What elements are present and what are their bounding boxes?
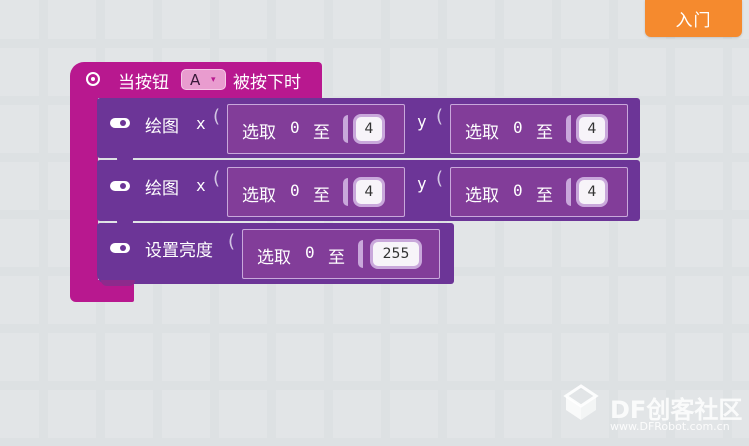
arg-socket: ( xyxy=(213,106,221,127)
random-to-field[interactable]: 4 xyxy=(356,117,382,141)
random-label: 选取 xyxy=(242,186,276,206)
random-label: 选取 xyxy=(242,123,276,143)
set-brightness-label: 设置亮度 xyxy=(145,241,213,261)
random-to-word: 至 xyxy=(536,123,553,143)
arg-socket: ( xyxy=(436,106,444,127)
arg-socket: ( xyxy=(228,231,236,252)
y-arg-label: y xyxy=(417,112,427,131)
entry-button[interactable]: 入门 xyxy=(645,0,742,37)
socket-cap xyxy=(343,178,348,206)
plot-label: 绘图 xyxy=(145,117,179,137)
random-from-value: 0 xyxy=(290,118,300,137)
event-prefix-label: 当按钮 xyxy=(118,73,169,93)
socket-cap xyxy=(566,178,571,206)
plot-label: 绘图 xyxy=(145,179,179,199)
x-arg-label: x xyxy=(196,114,206,133)
random-to-field[interactable]: 4 xyxy=(356,180,382,204)
socket-cap xyxy=(358,240,363,268)
watermark-url: www.DFRobot.com.cn xyxy=(610,420,730,433)
random-to-field[interactable]: 4 xyxy=(579,117,605,141)
block-connector xyxy=(101,280,135,286)
socket-cap xyxy=(566,115,571,143)
random-block[interactable]: 选取 0 至 255 xyxy=(242,229,440,279)
random-block[interactable]: 选取 0 至 4 xyxy=(227,167,405,217)
random-from-value: 0 xyxy=(513,181,523,200)
random-from-value: 0 xyxy=(513,118,523,137)
button-select-dropdown[interactable]: A ▾ xyxy=(181,69,226,90)
event-block-spine xyxy=(70,97,98,280)
socket-cap xyxy=(343,115,348,143)
toggle-icon xyxy=(110,243,130,253)
toggle-icon xyxy=(110,181,130,191)
random-label: 选取 xyxy=(465,123,499,143)
button-select-value: A xyxy=(190,71,201,89)
random-to-field[interactable]: 4 xyxy=(579,180,605,204)
random-block[interactable]: 选取 0 至 4 xyxy=(450,104,628,154)
random-to-field[interactable]: 255 xyxy=(373,242,419,266)
random-from-value: 0 xyxy=(305,243,315,262)
event-suffix-label: 被按下时 xyxy=(233,73,301,93)
watermark: DF创客社区 www.DFRobot.com.cn xyxy=(560,384,749,444)
random-from-value: 0 xyxy=(290,181,300,200)
random-block[interactable]: 选取 0 至 4 xyxy=(450,167,628,217)
arg-socket: ( xyxy=(436,168,444,189)
robot-logo-icon xyxy=(563,384,599,420)
target-icon xyxy=(86,72,100,86)
x-arg-label: x xyxy=(196,176,206,195)
random-to-word: 至 xyxy=(328,248,345,268)
arg-socket: ( xyxy=(213,168,221,189)
toggle-icon xyxy=(110,118,130,128)
random-label: 选取 xyxy=(257,248,291,268)
chevron-down-icon: ▾ xyxy=(211,75,216,85)
random-to-word: 至 xyxy=(536,186,553,206)
random-label: 选取 xyxy=(465,186,499,206)
random-block[interactable]: 选取 0 至 4 xyxy=(227,104,405,154)
random-to-word: 至 xyxy=(313,123,330,143)
y-arg-label: y xyxy=(417,174,427,193)
random-to-word: 至 xyxy=(313,186,330,206)
